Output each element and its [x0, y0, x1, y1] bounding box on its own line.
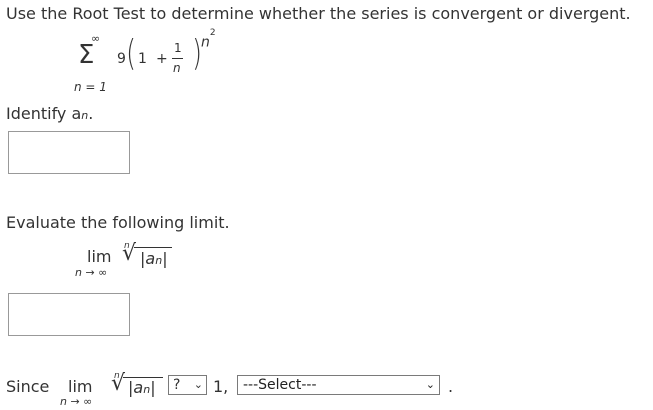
left-paren: ( [126, 33, 136, 74]
chevron-down-icon: ⌄ [425, 378, 435, 391]
question-prompt: Use the Root Test to determine whether t… [6, 4, 631, 23]
series-one: 1 [138, 51, 147, 67]
series-coefficient: 9 [117, 51, 126, 67]
lim-subscript: n → ∞ [75, 266, 108, 279]
conclusion-abs-value: |an| [128, 378, 156, 397]
exponent-power: 2 [209, 28, 216, 38]
sum-lower-limit: n = 1 [74, 80, 107, 94]
comparison-select-value: ? [173, 377, 181, 393]
series-exponent: n2 [201, 28, 216, 51]
conclusion-lim-subscript: n → ∞ [60, 395, 93, 408]
identify-text: Identify a [6, 104, 82, 123]
identify-label: Identify an. [6, 104, 93, 123]
comparison-select[interactable]: ? ⌄ [168, 375, 207, 395]
abs-close: | [162, 249, 168, 268]
exponent-base: n [201, 34, 210, 51]
radical-overbar [134, 247, 172, 248]
conclusion-lim-text: lim [68, 377, 93, 396]
fraction-bar [172, 58, 183, 59]
sigma-symbol: Σ [78, 40, 95, 70]
convergence-select-value: ---Select--- [243, 377, 317, 393]
series-plus: + [156, 51, 168, 67]
limit-answer-input[interactable] [8, 293, 130, 336]
convergence-select[interactable]: ---Select--- ⌄ [237, 375, 440, 395]
fraction-numerator: 1 [174, 41, 182, 55]
fraction-denominator: n [173, 61, 181, 75]
conclusion-abs-expr: |a [128, 378, 144, 397]
conclusion-period: . [448, 377, 454, 396]
one-comma-text: 1, [213, 377, 229, 396]
abs-expr: |a [140, 249, 156, 268]
evaluate-label: Evaluate the following limit. [6, 213, 230, 232]
identify-period: . [88, 104, 94, 123]
conclusion-abs-close: | [150, 378, 156, 397]
since-text: Since [6, 377, 50, 396]
chevron-down-icon: ⌄ [193, 378, 203, 391]
an-answer-input[interactable] [8, 131, 130, 174]
abs-value-expression: |an| [140, 249, 168, 268]
lim-text: lim [87, 247, 112, 266]
